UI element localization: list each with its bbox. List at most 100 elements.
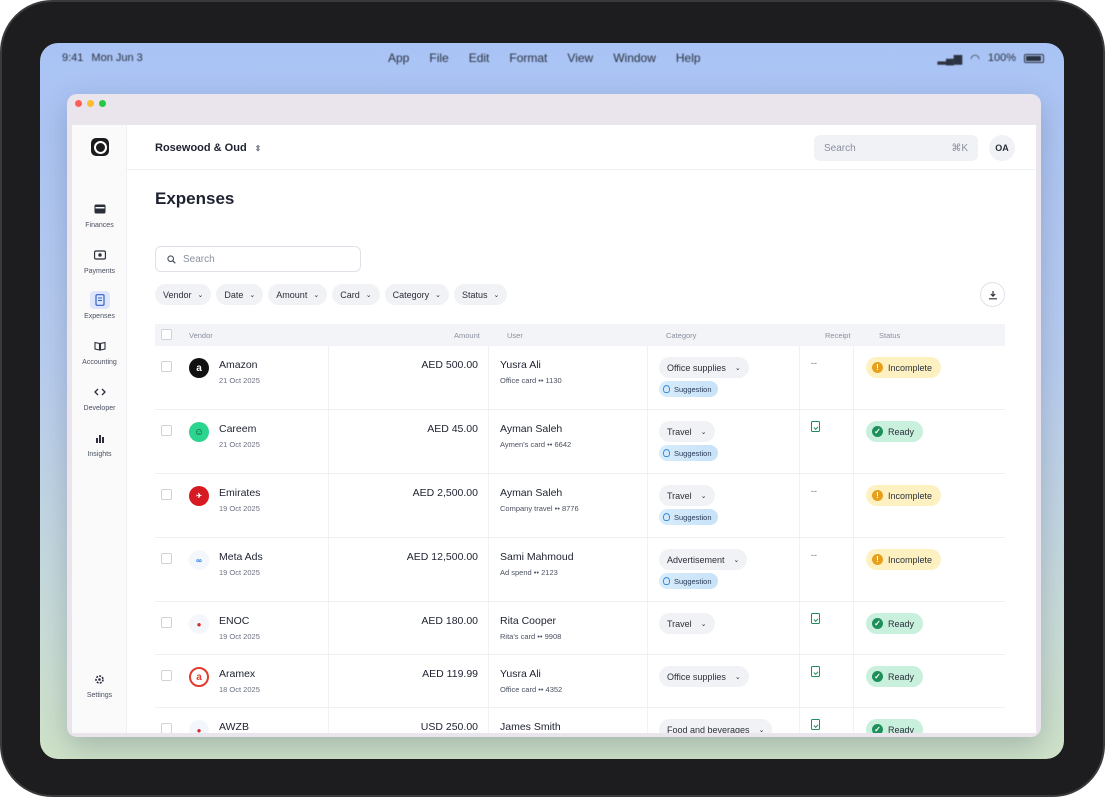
category-dropdown[interactable]: Office supplies ⌄ [659,666,749,687]
receipt-document-icon[interactable] [811,421,820,432]
vendor-name[interactable]: AWZB [219,721,249,733]
receipt-document-icon[interactable] [811,613,820,624]
minimize-window-button[interactable] [87,100,94,107]
vendor-name[interactable]: Amazon [219,359,258,371]
chevron-down-icon: ⌄ [734,364,741,372]
receipt-document-icon[interactable] [811,666,820,677]
row-checkbox[interactable] [161,425,172,436]
column-vendor[interactable]: Vendor [189,331,213,340]
column-divider [488,655,489,707]
category-dropdown[interactable]: Travel ⌄ [659,485,715,506]
suggestion-badge[interactable]: Suggestion [659,509,718,525]
column-divider [488,538,489,601]
column-divider [799,410,800,473]
table-row[interactable]: ● AWZB USD 250.00 James Smith Food and b… [155,708,1005,733]
page-title: Expenses [155,189,235,208]
sidebar-item-developer[interactable]: Developer [72,383,127,412]
wifi-icon: ◠ [970,52,980,65]
lightbulb-icon [663,385,670,393]
column-category[interactable]: Category [666,331,696,340]
category-dropdown[interactable]: Travel ⌄ [659,613,715,634]
workspace-switcher[interactable]: Rosewood & Oud ⇕ [155,142,261,154]
filter-date[interactable]: Date ⌄ [216,284,264,305]
global-search[interactable]: Search ⌘K [814,135,978,161]
filter-status[interactable]: Status ⌄ [454,284,508,305]
column-receipt[interactable]: Receipt [825,331,850,340]
status-badge: ✓ Ready [866,719,924,733]
menu-view[interactable]: View [567,51,593,65]
menu-window[interactable]: Window [613,51,656,65]
cash-icon [90,246,110,264]
search-placeholder: Search [183,253,215,265]
app: Finances Payments Expenses Accounting De… [72,125,1036,733]
menu-help[interactable]: Help [676,51,701,65]
table-row[interactable]: a Aramex 18 Oct 2025 AED 119.99 Yusra Al… [155,655,1005,708]
column-divider [488,708,489,733]
category-dropdown[interactable]: Advertisement ⌄ [659,549,748,570]
column-status[interactable]: Status [879,331,900,340]
vendor-name[interactable]: Aramex [219,668,255,680]
table-row[interactable]: ☺ Careem 21 Oct 2025 AED 45.00 Ayman Sal… [155,410,1005,474]
row-checkbox[interactable] [161,617,172,628]
category-dropdown[interactable]: Office supplies ⌄ [659,357,749,378]
table-row[interactable]: ● ENOC 19 Oct 2025 AED 180.00 Rita Coope… [155,602,1005,655]
row-checkbox[interactable] [161,553,172,564]
menu-file[interactable]: File [429,51,448,65]
sidebar-item-finances[interactable]: Finances [72,200,127,229]
user-name: Yusra Ali [500,668,541,680]
sidebar-item-payments[interactable]: Payments [72,246,127,275]
row-checkbox[interactable] [161,723,172,733]
filter-amount[interactable]: Amount ⌄ [268,284,328,305]
vendor-name[interactable]: Careem [219,423,256,435]
suggestion-badge[interactable]: Suggestion [659,573,718,589]
row-checkbox[interactable] [161,489,172,500]
menu-format[interactable]: Format [509,51,547,65]
vendor-name[interactable]: Emirates [219,487,260,499]
category-dropdown[interactable]: Travel ⌄ [659,421,715,442]
column-divider [647,346,648,409]
category-dropdown[interactable]: Food and beverages ⌄ [659,719,773,733]
avatar[interactable]: OA [989,135,1015,161]
column-amount[interactable]: Amount [454,331,480,340]
chevron-down-icon: ⌄ [700,620,707,628]
expense-date: 19 Oct 2025 [219,504,260,513]
sidebar-item-accounting[interactable]: Accounting [72,337,127,366]
chevron-down-icon: ⌄ [365,291,372,299]
row-checkbox[interactable] [161,361,172,372]
vendor-name[interactable]: ENOC [219,615,249,627]
logo-icon[interactable] [91,138,109,156]
sidebar-item-expenses[interactable]: Expenses [72,291,127,320]
expense-search-input[interactable]: Search [155,246,361,272]
filter-vendor[interactable]: Vendor ⌄ [155,284,212,305]
close-window-button[interactable] [75,100,82,107]
zoom-window-button[interactable] [99,100,106,107]
download-button[interactable] [980,282,1005,307]
filter-category[interactable]: Category ⌄ [384,284,449,305]
receipt-document-icon[interactable] [811,719,820,730]
user-name: Ayman Saleh [500,487,563,499]
table-row[interactable]: a Amazon 21 Oct 2025 AED 500.00 Yusra Al… [155,346,1005,410]
filter-card[interactable]: Card ⌄ [332,284,380,305]
menu-app[interactable]: App [388,51,409,65]
card-label: Office card •• 1130 [500,376,562,385]
chevron-down-icon: ⌄ [734,673,741,681]
suggestion-badge[interactable]: Suggestion [659,381,718,397]
vendor-name[interactable]: Meta Ads [219,551,263,563]
status-badge: ✓ Ready [866,613,924,634]
table-row[interactable]: ∞ Meta Ads 19 Oct 2025 AED 12,500.00 Sam… [155,538,1005,602]
column-user[interactable]: User [507,331,523,340]
sidebar-item-label: Developer [83,405,116,412]
filter-label: Date [224,289,244,300]
sidebar-item-insights[interactable]: Insights [72,429,127,458]
menu-edit[interactable]: Edit [469,51,490,65]
suggestion-badge[interactable]: Suggestion [659,445,718,461]
sidebar-item-settings[interactable]: Settings [72,670,127,699]
row-checkbox[interactable] [161,670,172,681]
table-row[interactable]: ✈ Emirates 19 Oct 2025 AED 2,500.00 Ayma… [155,474,1005,538]
expense-amount: USD 250.00 [420,721,478,733]
column-divider [799,655,800,707]
signal-icon: ▂▄▆ [937,52,963,65]
app-window: Finances Payments Expenses Accounting De… [67,94,1041,737]
download-icon [988,290,997,299]
select-all-checkbox[interactable] [161,329,172,340]
